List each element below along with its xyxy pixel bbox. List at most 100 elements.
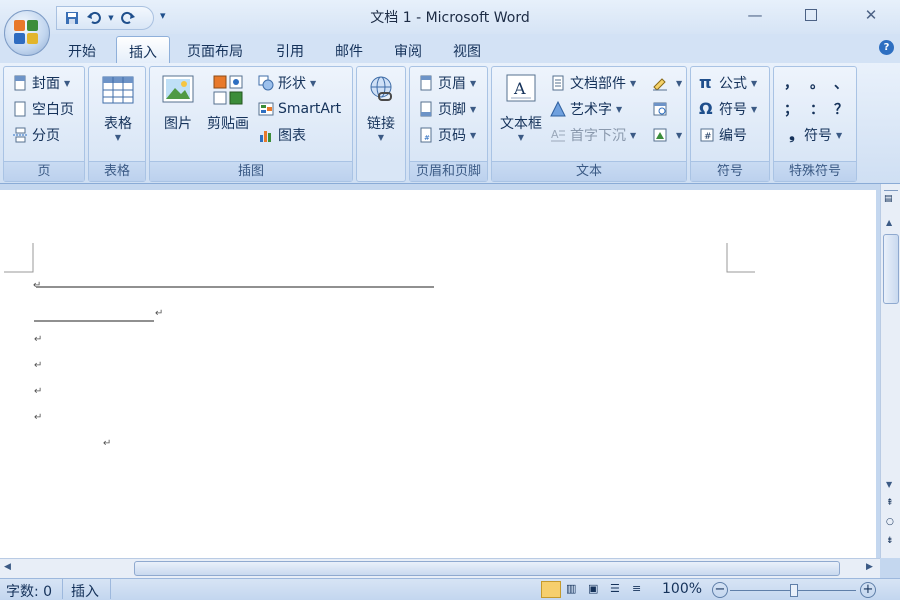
document-page[interactable]: ↵ ↵ ↵ ↵ ↵ ↵ ↵ <box>0 190 876 558</box>
shapes-button[interactable]: 形状 ▼ <box>258 71 316 95</box>
insert-mode[interactable]: 插入 <box>71 581 99 600</box>
tab-page-layout[interactable]: 页面布局 <box>175 36 255 63</box>
word-count[interactable]: 字数: 0 <box>6 581 52 600</box>
vertical-scrollbar[interactable]: ▤ ▲ ▼ ⇞ ○ ⇟ <box>880 184 900 558</box>
draft-view-icon[interactable]: ≡ <box>632 582 641 595</box>
scroll-left-icon[interactable]: ◀ <box>4 562 11 572</box>
shapes-icon <box>258 75 274 91</box>
select-browse-object-icon[interactable]: ○ <box>886 517 894 527</box>
group-label-special-symbols: 特殊符号 <box>774 161 856 181</box>
blank-page-button[interactable]: 空白页 <box>12 97 74 121</box>
paragraph-mark: ↵ <box>34 386 43 397</box>
full-screen-reading-view-icon[interactable]: ▥ <box>566 582 576 595</box>
chevron-down-icon: ▼ <box>470 104 477 114</box>
print-layout-view-icon[interactable] <box>541 581 561 598</box>
group-label-header-footer: 页眉和页脚 <box>410 161 487 181</box>
ribbon-tabs: 开始 插入 页面布局 引用 邮件 审阅 视图 ? <box>0 34 900 63</box>
web-layout-view-icon[interactable]: ▣ <box>588 582 598 595</box>
signature-line-button[interactable]: ▼ <box>652 71 682 95</box>
page-number-button[interactable]: # 页码 ▼ <box>418 123 476 147</box>
ribbon: 封面 ▼ 空白页 分页 页 表格 ▼ 表格 图片 剪贴画 形状 ▼ SmartA… <box>0 63 900 184</box>
chevron-down-icon: ▼ <box>676 78 683 88</box>
scroll-up-icon[interactable]: ▲ <box>886 218 892 227</box>
footer-button[interactable]: 页脚 ▼ <box>418 97 476 121</box>
chart-icon <box>258 127 274 143</box>
outline-view-icon[interactable]: ☰ <box>610 582 620 595</box>
drop-cap-button[interactable]: A 首字下沉 ▼ <box>550 123 636 147</box>
numbering-icon: # <box>699 127 715 143</box>
title-bar: ▼ ▾ 文档 1 - Microsoft Word — ✕ <box>0 0 900 34</box>
object-icon <box>652 127 668 143</box>
horizontal-scroll-thumb[interactable] <box>134 561 840 576</box>
tab-insert[interactable]: 插入 <box>116 36 170 63</box>
zoom-in-icon[interactable]: + <box>860 582 876 598</box>
tab-review[interactable]: 审阅 <box>382 36 434 63</box>
scroll-down-icon[interactable]: ▼ <box>886 480 892 489</box>
chevron-down-icon: ▼ <box>630 78 637 88</box>
special-char-period[interactable]: 。 <box>810 71 824 95</box>
split-handle[interactable] <box>884 186 898 191</box>
group-label-symbols: 符号 <box>691 161 769 181</box>
table-icon <box>101 73 135 107</box>
symbol-button[interactable]: Ω 符号 ▼ <box>699 97 757 121</box>
svg-text:A: A <box>551 128 559 141</box>
help-icon[interactable]: ? <box>879 40 894 55</box>
minimize-icon[interactable]: — <box>740 4 770 26</box>
quick-parts-icon <box>550 75 566 91</box>
special-char-comma[interactable]: ， <box>784 71 798 95</box>
page-break-button[interactable]: 分页 <box>12 123 60 147</box>
chevron-down-icon: ▼ <box>517 133 525 142</box>
special-char-semicolon[interactable]: ； <box>784 97 798 121</box>
zoom-slider-thumb[interactable] <box>790 584 798 597</box>
group-links: 链接 ▼ <box>356 66 406 182</box>
group-tables: 表格 ▼ 表格 <box>88 66 146 182</box>
quick-parts-button[interactable]: 文档部件 ▼ <box>550 71 636 95</box>
group-pages: 封面 ▼ 空白页 分页 页 <box>3 66 85 182</box>
equation-button[interactable]: π 公式 ▼ <box>699 71 757 95</box>
special-symbol-button[interactable]: ❟ 符号 ▼ <box>784 123 842 147</box>
horizontal-scrollbar[interactable]: ◀ ▶ <box>0 558 880 578</box>
office-button[interactable] <box>4 10 50 56</box>
next-page-icon[interactable]: ⇟ <box>886 536 894 546</box>
tab-home[interactable]: 开始 <box>56 36 108 63</box>
date-time-button[interactable] <box>652 97 672 121</box>
status-divider <box>110 579 111 599</box>
special-char-colon[interactable]: ： <box>810 97 824 121</box>
object-button[interactable]: ▼ <box>652 123 682 147</box>
office-logo-icon <box>14 20 40 46</box>
numbering-button[interactable]: # 编号 <box>699 123 747 147</box>
previous-page-icon[interactable]: ⇞ <box>886 498 894 508</box>
zoom-level[interactable]: 100% <box>662 581 702 597</box>
smartart-button[interactable]: SmartArt <box>258 97 341 121</box>
wordart-button[interactable]: 艺术字 ▼ <box>550 97 622 121</box>
tab-references[interactable]: 引用 <box>264 36 316 63</box>
date-time-icon <box>652 101 668 117</box>
tab-mailings[interactable]: 邮件 <box>323 36 375 63</box>
vertical-scroll-thumb[interactable] <box>883 234 899 304</box>
header-button[interactable]: 页眉 ▼ <box>418 71 476 95</box>
picture-button[interactable]: 图片 <box>156 73 200 133</box>
zoom-out-icon[interactable]: − <box>712 582 728 598</box>
special-char-enum-comma[interactable]: 、 <box>834 71 848 95</box>
table-button[interactable]: 表格 ▼ <box>95 73 141 142</box>
blank-page-icon <box>12 101 28 117</box>
chevron-down-icon: ▼ <box>751 78 758 88</box>
textbox-button[interactable]: A 文本框 ▼ <box>496 73 546 142</box>
page-margin-marks <box>4 243 755 322</box>
special-char-question[interactable]: ？ <box>834 97 848 121</box>
chevron-down-icon: ▼ <box>310 78 317 88</box>
chevron-down-icon: ▼ <box>676 130 683 140</box>
close-icon[interactable]: ✕ <box>856 4 886 26</box>
clipart-button[interactable]: 剪贴画 <box>202 73 254 133</box>
cover-page-button[interactable]: 封面 ▼ <box>12 71 70 95</box>
wordart-icon <box>550 100 566 117</box>
scroll-right-icon[interactable]: ▶ <box>866 562 873 572</box>
ruler-toggle-icon[interactable]: ▤ <box>884 194 893 204</box>
omega-icon: Ω <box>699 99 713 118</box>
tab-view[interactable]: 视图 <box>441 36 493 63</box>
chevron-down-icon: ▼ <box>114 133 122 142</box>
link-button[interactable]: 链接 ▼ <box>361 73 401 142</box>
maximize-icon[interactable] <box>796 4 826 26</box>
group-text: A 文本框 ▼ 文档部件 ▼ 艺术字 ▼ A 首字下沉 ▼ ▼ ▼ 文本 <box>491 66 687 182</box>
chart-button[interactable]: 图表 <box>258 123 306 147</box>
